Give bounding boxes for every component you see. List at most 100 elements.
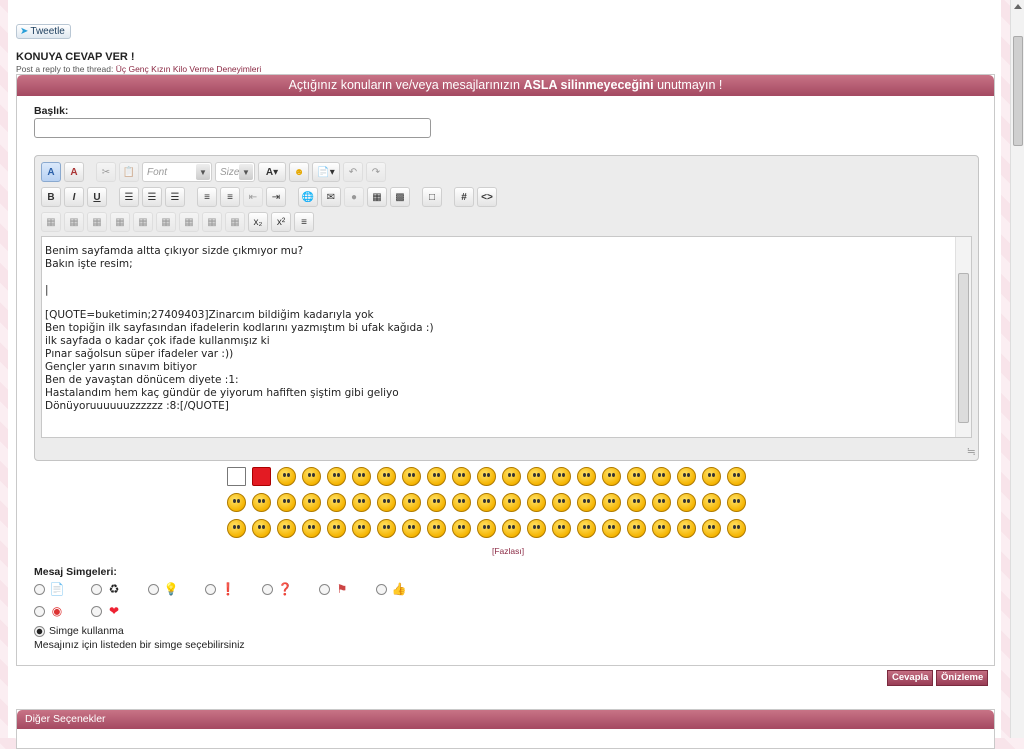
- bold-icon[interactable]: B: [41, 187, 61, 207]
- size-select[interactable]: Size ▼: [215, 162, 255, 182]
- smilie-icon[interactable]: [427, 493, 446, 512]
- page-scrollbar[interactable]: [1010, 0, 1024, 738]
- smilie-icon[interactable]: [327, 519, 346, 538]
- smilie-icon[interactable]: [577, 493, 596, 512]
- delete-row-icon[interactable]: ▦: [87, 212, 107, 232]
- source-mode-icon[interactable]: A: [64, 162, 84, 182]
- outdent-icon[interactable]: ⇤: [243, 187, 263, 207]
- message-textarea[interactable]: Benim sayfamda altta çıkıyor sizde çıkmı…: [41, 236, 972, 438]
- title-input[interactable]: [34, 118, 431, 138]
- smilie-icon[interactable]: [252, 519, 271, 538]
- smilie-icon[interactable]: [377, 493, 396, 512]
- smilie-icon[interactable]: [527, 493, 546, 512]
- smilie-icon[interactable]: [602, 493, 621, 512]
- font-select[interactable]: Font ▼: [142, 162, 212, 182]
- smilie-icon[interactable]: [252, 493, 271, 512]
- post-icon-radio[interactable]: [34, 605, 45, 617]
- ordered-list-icon[interactable]: ≡: [197, 187, 217, 207]
- smilie-icon[interactable]: [277, 519, 296, 538]
- italic-icon[interactable]: I: [64, 187, 84, 207]
- paste-icon[interactable]: 📋: [119, 162, 139, 182]
- smilie-icon[interactable]: ☻: [289, 162, 309, 182]
- other-options-title[interactable]: Diğer Seçenekler: [17, 710, 994, 729]
- smilie-icon[interactable]: [227, 493, 246, 512]
- smilie-icon[interactable]: [352, 493, 371, 512]
- align-left-icon[interactable]: ☰: [119, 187, 139, 207]
- textarea-scroll-thumb[interactable]: [958, 273, 969, 423]
- no-icon-option[interactable]: Simge kullanma: [34, 625, 124, 637]
- text-color-icon[interactable]: A ▾: [258, 162, 286, 182]
- smilie-icon[interactable]: [327, 467, 346, 486]
- strike-icon[interactable]: ≡: [294, 212, 314, 232]
- redo-icon[interactable]: ↷: [366, 162, 386, 182]
- smilie-icon[interactable]: [577, 519, 596, 538]
- smilie-icon[interactable]: [652, 493, 671, 512]
- smilie-icon[interactable]: [702, 493, 721, 512]
- smilie-icon[interactable]: [652, 519, 671, 538]
- smilie-icon[interactable]: [602, 467, 621, 486]
- post-icon-radio[interactable]: [262, 583, 273, 595]
- smilie-icon[interactable]: [577, 467, 596, 486]
- subscript-icon[interactable]: x₂: [248, 212, 268, 232]
- tweet-button[interactable]: ➤ Tweetle: [16, 24, 71, 39]
- resize-grip-icon[interactable]: ≒: [967, 445, 976, 458]
- quote-icon[interactable]: □: [422, 187, 442, 207]
- turkish-flag-icon[interactable]: [252, 467, 271, 486]
- smilie-icon[interactable]: [427, 519, 446, 538]
- smilie-icon[interactable]: [502, 467, 521, 486]
- smilie-icon[interactable]: [727, 493, 746, 512]
- smilie-icon[interactable]: [277, 467, 296, 486]
- smilie-icon[interactable]: [402, 493, 421, 512]
- smilie-icon[interactable]: [552, 519, 571, 538]
- email-icon[interactable]: ✉: [321, 187, 341, 207]
- post-icon-option[interactable]: ◉: [34, 603, 65, 619]
- smilie-icon[interactable]: [627, 493, 646, 512]
- more-smilies-link[interactable]: [Fazlası]: [492, 546, 524, 556]
- smilie-icon[interactable]: [452, 467, 471, 486]
- preview-button[interactable]: Önizleme: [936, 670, 989, 686]
- insert-row-icon[interactable]: ▦: [64, 212, 84, 232]
- smilie-icon[interactable]: [502, 493, 521, 512]
- smilie-icon[interactable]: [627, 519, 646, 538]
- scroll-up-icon[interactable]: [1014, 4, 1022, 9]
- unlink-icon[interactable]: ●: [344, 187, 364, 207]
- page-scroll-thumb[interactable]: [1013, 36, 1023, 146]
- link-icon[interactable]: 🌐: [298, 187, 318, 207]
- delete-col-icon[interactable]: ▦: [133, 212, 153, 232]
- post-icon-radio[interactable]: [91, 605, 102, 617]
- smilie-icon[interactable]: [652, 467, 671, 486]
- smilie-icon[interactable]: [727, 467, 746, 486]
- smilie-icon[interactable]: [427, 467, 446, 486]
- post-icon-radio[interactable]: [376, 583, 387, 595]
- table-props-icon[interactable]: ▦: [225, 212, 245, 232]
- textarea-scrollbar[interactable]: [955, 237, 971, 437]
- smilie-icon[interactable]: [477, 519, 496, 538]
- smilie-icon[interactable]: [377, 467, 396, 486]
- smilie-icon[interactable]: [452, 519, 471, 538]
- post-icon-option[interactable]: 📄: [34, 581, 65, 597]
- smilie-icon[interactable]: [352, 519, 371, 538]
- submit-reply-button[interactable]: Cevapla: [887, 670, 934, 686]
- sign-board-icon[interactable]: [227, 467, 246, 486]
- smilie-icon[interactable]: [377, 519, 396, 538]
- smilie-icon[interactable]: [327, 493, 346, 512]
- smilie-icon[interactable]: [552, 493, 571, 512]
- post-icon-radio[interactable]: [91, 583, 102, 595]
- smilie-icon[interactable]: [477, 493, 496, 512]
- smilie-icon[interactable]: [677, 519, 696, 538]
- cell-props-icon[interactable]: ▦: [202, 212, 222, 232]
- post-icon-option[interactable]: ♻: [91, 581, 122, 597]
- smilie-icon[interactable]: [502, 519, 521, 538]
- table-icon[interactable]: ▦: [41, 212, 61, 232]
- cut-icon[interactable]: ✂: [96, 162, 116, 182]
- align-center-icon[interactable]: ☰: [142, 187, 162, 207]
- video-icon[interactable]: ▩: [390, 187, 410, 207]
- post-icon-radio[interactable]: [319, 583, 330, 595]
- smilie-icon[interactable]: [627, 467, 646, 486]
- smilie-icon[interactable]: [302, 519, 321, 538]
- post-icon-option[interactable]: 💡: [148, 581, 179, 597]
- smilie-icon[interactable]: [477, 467, 496, 486]
- unordered-list-icon[interactable]: ≡: [220, 187, 240, 207]
- align-right-icon[interactable]: ☰: [165, 187, 185, 207]
- smilie-icon[interactable]: [677, 493, 696, 512]
